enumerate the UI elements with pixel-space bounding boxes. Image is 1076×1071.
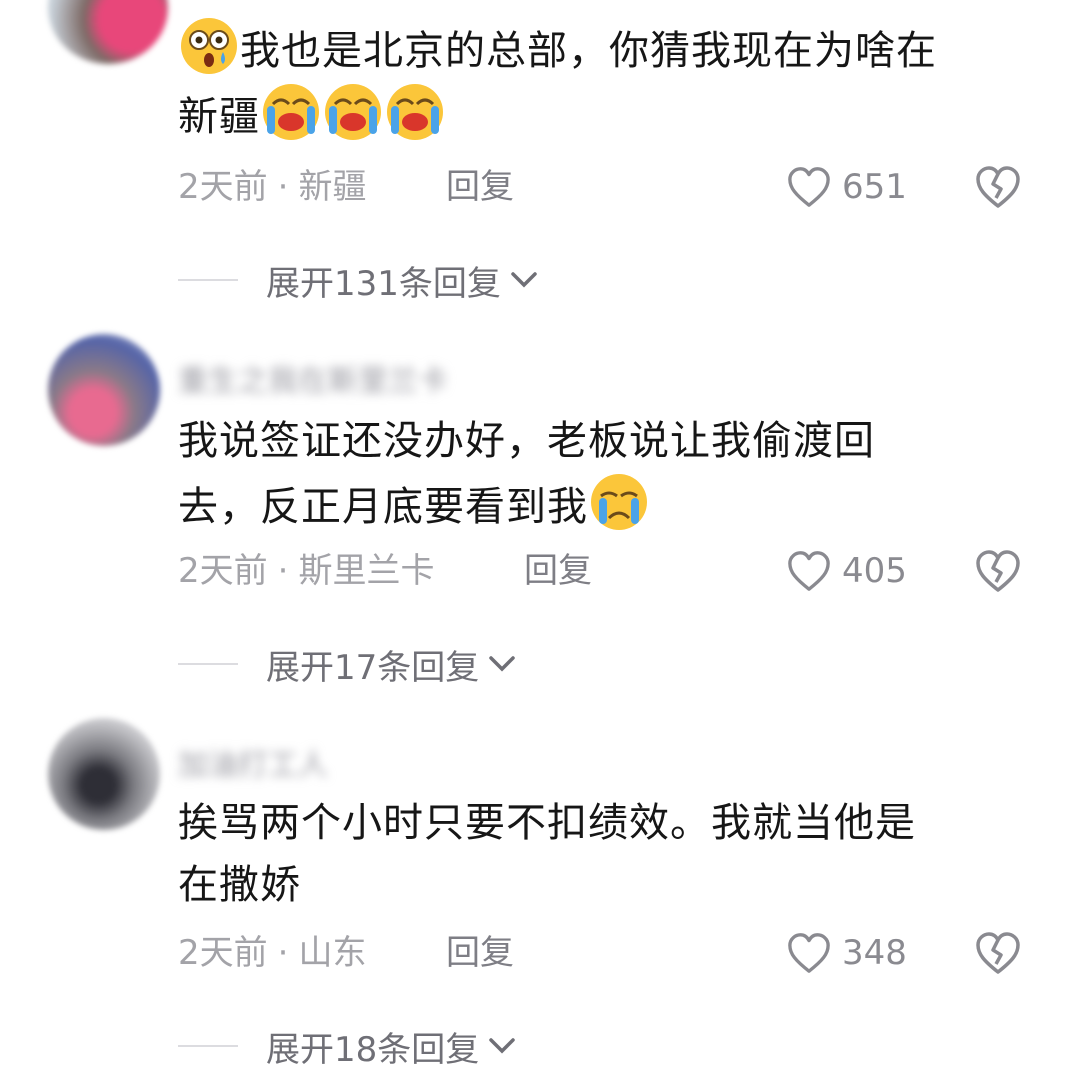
- loudly-crying-face-icon: [591, 474, 647, 530]
- divider-line: [178, 279, 238, 281]
- chevron-down-icon: [489, 656, 516, 672]
- broken-heart-icon[interactable]: [974, 548, 1022, 594]
- heart-icon: [788, 551, 830, 591]
- comment-text-line2: 在撒娇: [178, 862, 301, 908]
- like-count: 651: [842, 167, 907, 207]
- comment-location: 新疆: [298, 167, 367, 207]
- comment-text: 挨骂两个小时只要不扣绩效。我就当他是 在撒娇: [178, 792, 1028, 916]
- like-button[interactable]: 405: [786, 546, 907, 596]
- comment-text-line2: 新疆: [178, 94, 260, 140]
- reply-button[interactable]: 回复: [446, 928, 514, 978]
- divider-line: [178, 1045, 238, 1047]
- divider-line: [178, 663, 238, 665]
- expand-replies-label: 展开17条回复: [266, 647, 480, 688]
- like-count: 348: [842, 933, 907, 973]
- comment-text: 我也是北京的总部，你猜我现在为啥在 新疆: [178, 16, 1028, 148]
- like-button[interactable]: 651: [786, 162, 907, 212]
- avatar[interactable]: [48, 334, 160, 446]
- loudly-crying-face-icon: [325, 84, 381, 140]
- expand-replies-button[interactable]: 展开131条回复: [178, 256, 539, 304]
- comment-meta: 2天前 · 山东 回复 348: [178, 928, 1038, 978]
- comment-time: 2天前: [178, 167, 268, 207]
- comment-text-line1: 我也是北京的总部，你猜我现在为啥在: [240, 28, 937, 74]
- chevron-down-icon: [511, 272, 537, 288]
- like-count: 405: [842, 551, 907, 591]
- avatar[interactable]: [48, 718, 160, 830]
- heart-icon: [788, 167, 830, 207]
- astonished-face-icon: [181, 18, 237, 74]
- heart-icon: [788, 933, 830, 973]
- reply-button[interactable]: 回复: [524, 546, 592, 596]
- chevron-down-icon: [489, 1038, 516, 1054]
- separator-dot: ·: [277, 933, 289, 973]
- username[interactable]: 加油打工人: [178, 740, 478, 784]
- comment-text-line1: 我说签证还没办好，老板说让我偷渡回: [178, 418, 875, 464]
- comment-text-line2: 去，反正月底要看到我: [178, 484, 588, 530]
- comment-location: 山东: [298, 933, 367, 973]
- comment-meta: 2天前 · 新疆 回复 651: [178, 162, 1038, 212]
- loudly-crying-face-icon: [263, 84, 319, 140]
- comment-meta: 2天前 · 斯里兰卡 回复 405: [178, 546, 1038, 596]
- broken-heart-icon[interactable]: [974, 164, 1022, 210]
- expand-replies-button[interactable]: 展开17条回复: [178, 640, 517, 688]
- expand-replies-button[interactable]: 展开18条回复: [178, 1022, 517, 1070]
- reply-button[interactable]: 回复: [446, 162, 514, 212]
- comment-location: 斯里兰卡: [298, 551, 435, 591]
- separator-dot: ·: [277, 167, 289, 207]
- avatar[interactable]: [48, 0, 168, 64]
- comment-text-line1: 挨骂两个小时只要不扣绩效。我就当他是: [178, 800, 916, 846]
- separator-dot: ·: [277, 551, 289, 591]
- broken-heart-icon[interactable]: [974, 930, 1022, 976]
- username[interactable]: 重生之我在斯里兰卡: [178, 356, 798, 400]
- like-button[interactable]: 348: [786, 928, 907, 978]
- expand-replies-label: 展开18条回复: [266, 1029, 480, 1070]
- comment-text: 我说签证还没办好，老板说让我偷渡回 去，反正月底要看到我: [178, 410, 1028, 538]
- comment-time: 2天前: [178, 551, 268, 591]
- loudly-crying-face-icon: [387, 84, 443, 140]
- expand-replies-label: 展开131条回复: [266, 263, 501, 304]
- comment-time: 2天前: [178, 933, 268, 973]
